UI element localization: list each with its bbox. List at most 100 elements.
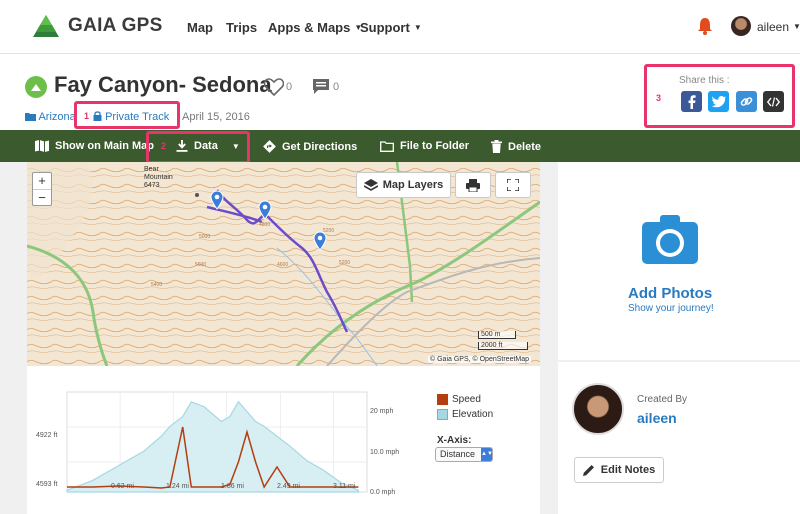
facebook-share-button[interactable] — [681, 91, 702, 112]
track-title: Fay Canyon- Sedona — [54, 72, 272, 97]
legend-label-elevation: Elevation — [452, 409, 494, 420]
notification-bell-icon[interactable] — [697, 17, 713, 40]
directions-icon — [263, 140, 276, 153]
map-attribution: © Gaia GPS, © OpenStreetMap — [428, 356, 532, 363]
embed-button[interactable] — [763, 91, 784, 112]
zoom-out-button[interactable]: − — [33, 190, 51, 206]
peak-elevation: 6473 — [144, 182, 160, 189]
gaia-logo[interactable]: GAIA GPS — [32, 13, 163, 39]
edit-notes-label: Edit Notes — [600, 464, 656, 476]
track-date: April 15, 2016 — [182, 111, 250, 123]
add-photos-subtitle: Show your journey! — [628, 303, 714, 314]
share-label: Share this : — [679, 75, 730, 86]
x-tick: 1.24 mi — [166, 483, 189, 490]
caret-down-icon: ▼ — [231, 141, 240, 151]
scale-bar-imperial: 2000 ft — [478, 342, 528, 350]
twitter-share-button[interactable] — [708, 91, 729, 112]
folder-name: Arizona — [38, 111, 76, 123]
edit-notes-button[interactable]: Edit Notes — [574, 457, 664, 483]
x-axis-select[interactable]: Distance ▲▼ — [435, 447, 493, 462]
trash-icon — [491, 140, 502, 153]
nav-map[interactable]: Map — [187, 20, 213, 35]
svg-text:5600: 5600 — [195, 262, 206, 268]
expand-icon — [507, 179, 519, 191]
y-left-tick: 4593 ft — [36, 481, 58, 488]
zoom-in-button[interactable]: + — [33, 173, 51, 190]
track-start-marker[interactable] — [210, 190, 224, 210]
delete-label: Delete — [508, 140, 542, 153]
facebook-icon — [688, 94, 696, 109]
file-to-folder-label: File to Folder — [400, 140, 470, 152]
hiking-activity-icon — [25, 76, 47, 98]
legend-swatch-elevation — [437, 409, 448, 420]
annotation-number-2: 2 — [160, 141, 166, 151]
svg-text:4800: 4800 — [259, 222, 270, 228]
privacy-label: Private Track — [105, 111, 170, 123]
folder-link[interactable]: Arizona — [25, 111, 76, 123]
map-layers-label: Map Layers — [382, 179, 444, 191]
gaia-mountain-icon — [33, 15, 59, 37]
svg-text:5200: 5200 — [339, 260, 350, 266]
chevron-down-icon: ▼ — [793, 22, 800, 31]
file-to-folder-button[interactable]: File to Folder — [380, 140, 469, 152]
waypoint-marker[interactable] — [258, 200, 272, 220]
get-directions-label: Get Directions — [282, 140, 358, 153]
waypoint-marker[interactable] — [313, 231, 327, 251]
legend-label-speed: Speed — [452, 394, 481, 405]
like-count: 0 — [286, 81, 293, 93]
svg-text:4600: 4600 — [277, 262, 288, 268]
nav-trips[interactable]: Trips — [226, 20, 257, 35]
link-icon — [740, 97, 753, 106]
brand-name: GAIA GPS — [68, 15, 163, 36]
pencil-icon — [582, 465, 594, 476]
peak-name: Bear Mountain — [144, 166, 173, 181]
nav-support[interactable]: Support ▼ — [360, 20, 422, 35]
created-by-label: Created By — [637, 394, 688, 405]
creator-avatar[interactable] — [572, 383, 624, 435]
lock-icon — [93, 111, 102, 121]
comment-count: 0 — [333, 81, 340, 93]
y-right-tick: 10.0 mph — [370, 449, 400, 456]
data-download-button[interactable]: Data ▼ — [176, 140, 240, 152]
svg-text:5000: 5000 — [199, 234, 210, 240]
select-arrows-icon: ▲▼ — [481, 448, 493, 461]
twitter-icon — [711, 95, 726, 107]
y-left-tick: 4922 ft — [36, 432, 58, 439]
x-tick: 2.49 mi — [277, 483, 300, 490]
user-avatar[interactable] — [731, 16, 751, 36]
add-photos-link[interactable]: Add Photos — [628, 285, 712, 302]
x-tick: 1.86 mi — [221, 483, 244, 490]
chevron-down-icon: ▼ — [413, 23, 422, 32]
peak-label: Bear Mountain 6473 — [144, 166, 184, 190]
scale-bar-metric: 500 m — [478, 331, 516, 339]
get-directions-button[interactable]: Get Directions — [263, 140, 357, 153]
privacy-link[interactable]: Private Track — [93, 111, 169, 123]
fullscreen-button[interactable] — [495, 172, 531, 198]
map-layers-button[interactable]: Map Layers — [356, 172, 451, 198]
legend-swatch-speed — [437, 394, 448, 405]
comment-icon[interactable] — [312, 78, 330, 100]
camera-icon[interactable] — [642, 214, 698, 264]
nav-support-label: Support — [360, 20, 410, 35]
embed-code-icon — [767, 96, 780, 107]
username-label: aileen — [757, 20, 790, 34]
user-menu[interactable]: aileen ▼ — [757, 20, 800, 34]
print-icon — [466, 178, 480, 192]
delete-button[interactable]: Delete — [491, 140, 541, 153]
folder-icon — [25, 113, 36, 121]
copy-link-button[interactable] — [736, 91, 757, 112]
x-axis-selector-label: X-Axis: — [437, 435, 472, 446]
layers-icon — [363, 178, 378, 191]
nav-apps-maps[interactable]: Apps & Maps ▼ — [268, 20, 362, 35]
creator-name-link[interactable]: aileen — [637, 410, 677, 426]
heart-icon[interactable] — [263, 78, 285, 101]
x-tick: 3.11 mi — [333, 483, 356, 490]
download-icon — [176, 140, 188, 152]
show-on-main-map-label: Show on Main Map — [55, 140, 154, 152]
elevation-speed-chart — [66, 391, 368, 493]
show-on-main-map-button[interactable]: Show on Main Map — [35, 140, 154, 152]
annotation-number-1: 1 — [83, 111, 89, 121]
y-right-tick: 20 mph — [370, 408, 394, 415]
map-icon — [35, 140, 49, 152]
print-button[interactable] — [455, 172, 491, 198]
